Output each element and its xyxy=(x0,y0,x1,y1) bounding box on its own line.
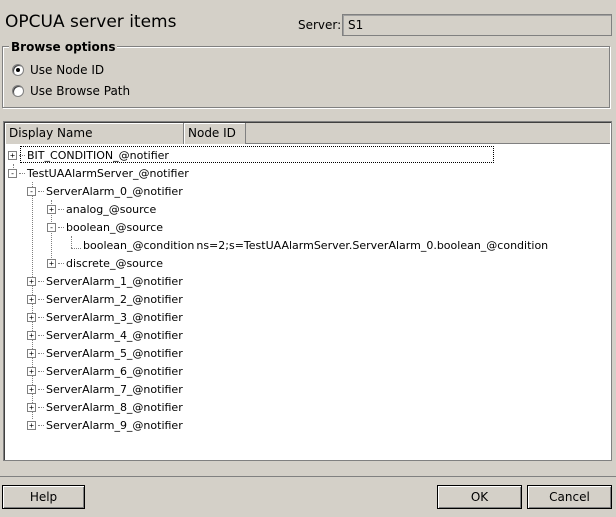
use-node-id-radio[interactable] xyxy=(12,64,24,76)
expand-icon[interactable]: + xyxy=(47,204,56,214)
tree-item[interactable]: + ServerAlarm_7_@notifier xyxy=(27,380,183,398)
column-header-display-name[interactable]: Display Name xyxy=(5,123,184,144)
tree-view[interactable]: + BIT_CONDITION_@notifier - TestUAAlarmS… xyxy=(4,146,611,460)
expand-icon[interactable]: + xyxy=(27,420,36,430)
tree-item-label: boolean_@condition xyxy=(83,238,195,252)
collapse-icon[interactable]: - xyxy=(27,186,36,196)
tree-item-label: ServerAlarm_1_@notifier xyxy=(46,274,183,288)
tree-item-leaf[interactable]: boolean_@condition ns=2;s=TestUAAlarmSer… xyxy=(83,236,548,254)
tree-item[interactable]: + ServerAlarm_4_@notifier xyxy=(27,326,183,344)
tree-item[interactable]: + ServerAlarm_9_@notifier xyxy=(27,416,183,434)
tree-item-label: ServerAlarm_7_@notifier xyxy=(46,382,183,396)
tree-item-node-id: ns=2;s=TestUAAlarmServer.ServerAlarm_0.b… xyxy=(196,238,549,252)
tree-item[interactable]: + ServerAlarm_6_@notifier xyxy=(27,362,183,380)
collapse-icon[interactable]: - xyxy=(47,222,56,232)
tree-item-label: BIT_CONDITION_@notifier xyxy=(27,148,169,162)
tree-item[interactable]: + BIT_CONDITION_@notifier xyxy=(8,146,169,164)
tree-item[interactable]: + discrete_@source xyxy=(47,254,163,272)
tree-item-label: ServerAlarm_9_@notifier xyxy=(46,418,183,432)
tree-item-label: ServerAlarm_4_@notifier xyxy=(46,328,183,342)
expand-icon[interactable]: + xyxy=(27,384,36,394)
tree-item[interactable]: + ServerAlarm_3_@notifier xyxy=(27,308,183,326)
browse-options-legend: Browse options xyxy=(9,40,118,54)
help-button[interactable]: Help xyxy=(2,485,85,509)
expand-icon[interactable]: + xyxy=(27,402,36,412)
tree-item-label: ServerAlarm_8_@notifier xyxy=(46,400,183,414)
expand-icon[interactable]: + xyxy=(27,312,36,322)
use-browse-path-option[interactable]: Use Browse Path xyxy=(12,84,130,98)
dialog-title: OPCUA server items xyxy=(5,12,177,32)
ok-button[interactable]: OK xyxy=(437,485,522,509)
column-headers: Display Name Node ID xyxy=(5,123,610,144)
column-header-node-id[interactable]: Node ID xyxy=(184,123,246,144)
tree-item-label: ServerAlarm_3_@notifier xyxy=(46,310,183,324)
tree-connector xyxy=(71,248,81,249)
tree-item-label: ServerAlarm_2_@notifier xyxy=(46,292,183,306)
expand-icon[interactable]: + xyxy=(27,276,36,286)
tree-item[interactable]: + ServerAlarm_2_@notifier xyxy=(27,290,183,308)
tree-panel[interactable]: Display Name Node ID + BIT_CONDITION_@no… xyxy=(3,121,612,461)
expand-icon[interactable]: + xyxy=(27,294,36,304)
browse-options-group xyxy=(2,46,610,108)
expand-icon[interactable]: + xyxy=(27,366,36,376)
expand-icon[interactable]: + xyxy=(47,258,56,268)
button-bar: Help OK Cancel xyxy=(0,476,616,517)
use-node-id-label: Use Node ID xyxy=(30,63,105,77)
tree-connector xyxy=(71,236,72,248)
cancel-button[interactable]: Cancel xyxy=(527,485,612,509)
tree-item-label: boolean_@source xyxy=(66,220,164,234)
tree-item-label: ServerAlarm_0_@notifier xyxy=(46,184,183,198)
tree-item[interactable]: + analog_@source xyxy=(47,200,156,218)
tree-item-label: analog_@source xyxy=(66,202,157,216)
tree-item-label: ServerAlarm_5_@notifier xyxy=(46,346,183,360)
use-node-id-option[interactable]: Use Node ID xyxy=(12,63,104,77)
tree-item[interactable]: - boolean_@source xyxy=(47,218,163,236)
expand-icon[interactable]: + xyxy=(8,150,17,160)
expand-icon[interactable]: + xyxy=(27,348,36,358)
use-browse-path-label: Use Browse Path xyxy=(30,84,131,98)
server-field[interactable]: S1 xyxy=(342,14,612,36)
collapse-icon[interactable]: - xyxy=(8,168,17,178)
tree-item[interactable]: + ServerAlarm_8_@notifier xyxy=(27,398,183,416)
use-browse-path-radio[interactable] xyxy=(12,85,24,97)
tree-item[interactable]: - ServerAlarm_0_@notifier xyxy=(27,182,183,200)
tree-item[interactable]: + ServerAlarm_5_@notifier xyxy=(27,344,183,362)
server-label: Server: xyxy=(298,18,342,32)
tree-item[interactable]: - TestUAAlarmServer_@notifier xyxy=(8,164,189,182)
tree-item-label: ServerAlarm_6_@notifier xyxy=(46,364,183,378)
tree-item[interactable]: + ServerAlarm_1_@notifier xyxy=(27,272,183,290)
expand-icon[interactable]: + xyxy=(27,330,36,340)
tree-item-label: discrete_@source xyxy=(66,256,163,270)
tree-item-label: TestUAAlarmServer_@notifier xyxy=(27,166,189,180)
